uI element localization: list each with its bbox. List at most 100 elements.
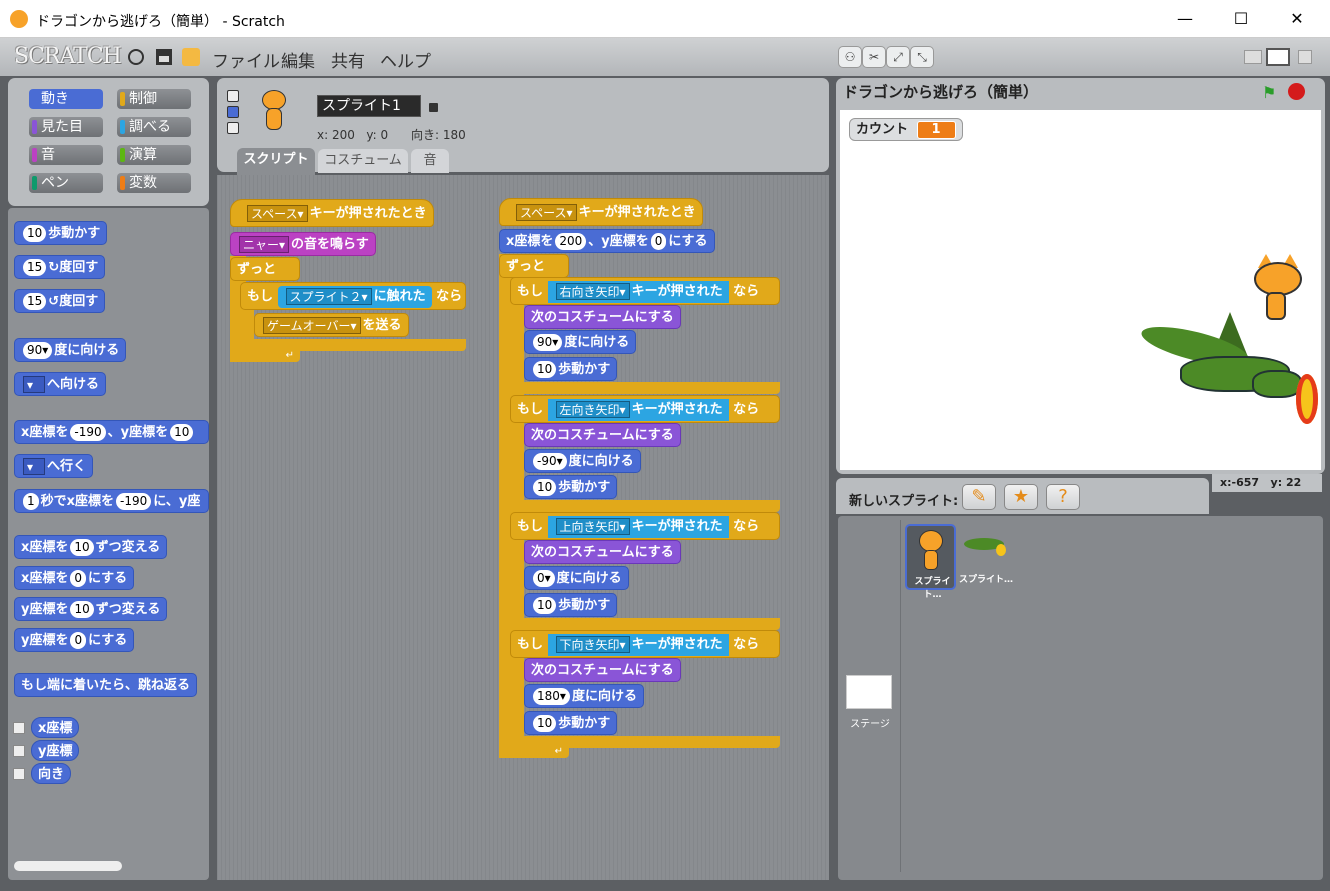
turn-right-block[interactable]: 15 ↻度回す [14,255,106,279]
sprite-coords: x: 200 y: 0 向き: 180 [317,128,466,142]
if-up-block[interactable]: もし 上向き矢印▾ キーが押された なら [510,512,780,540]
presentation-icon[interactable] [1298,50,1312,64]
script2-forever-end: ↵ [499,746,569,758]
stage-thumb[interactable] [846,675,892,709]
move-steps-block[interactable]: 10 歩動かす [524,475,618,499]
xpos-checkbox[interactable] [13,722,25,734]
menu-edit[interactable]: 編集 [281,47,315,72]
xpos-reporter[interactable]: x座標 [31,717,80,738]
app-icon [10,10,28,28]
stage-thumb-label: ステージ [850,719,890,730]
category-looks[interactable]: 見た目 [29,117,103,137]
if-left-block[interactable]: もし 左向き矢印▾ キーが押された なら [510,395,780,423]
next-costume-block[interactable]: 次のコスチュームにする [524,423,681,447]
move-steps-block[interactable]: 10 歩動かす [524,593,618,617]
category-motion[interactable]: 動き [29,89,103,109]
script1-forever-block[interactable]: ずっと [230,257,300,281]
point-direction-block[interactable]: -90▾ 度に向ける [524,449,641,473]
rotate-left-icon: ↺ [48,294,60,309]
tab-costumes[interactable]: コスチューム [318,149,408,173]
change-x-block[interactable]: x座標を 10 ずつ変える [14,535,168,559]
paint-sprite-button[interactable]: ✎ [962,484,996,510]
move-steps-block[interactable]: 10 歩動かす [524,357,618,381]
menu-share[interactable]: 共有 [331,47,365,72]
stop-icon[interactable] [1288,83,1305,100]
choose-sprite-button[interactable]: ★ [1004,484,1038,510]
ypos-reporter[interactable]: y座標 [31,740,80,761]
category-operators[interactable]: 演算 [117,145,191,165]
close-button[interactable]: ✕ [1268,0,1326,38]
if-down-block[interactable]: もし 下向き矢印▾ キーが押された なら [510,630,780,658]
duplicate-tool-icon[interactable]: ⚇ [838,46,862,68]
rotate-style-icon[interactable] [227,90,239,102]
goto-dropdown[interactable]: ▾ [23,458,45,475]
green-flag-icon[interactable]: ⚑ [1262,83,1280,102]
goto-block[interactable]: ▾ へ行く [14,454,94,478]
bounce-block[interactable]: もし端に着いたら、跳ね返る [14,673,198,697]
dragon-sprite[interactable] [1138,312,1320,430]
point-towards-block[interactable]: ▾ へ向ける [14,372,107,396]
stage-column-divider [900,520,901,872]
script2-goto-xy-block[interactable]: x座標を 200 、y座標を 0 にする [499,229,715,253]
if-left-end [510,500,780,512]
move-steps-block[interactable]: 10 歩動かす [524,711,618,735]
category-pen[interactable]: ペン [29,173,103,193]
random-sprite-button[interactable]: ? [1046,484,1080,510]
sprite-name-input[interactable]: スプライト1 [317,95,421,117]
script1-broadcast-block[interactable]: ゲームオーバー▾ を送る [254,313,409,337]
set-y-block[interactable]: y座標を 0 にする [14,628,135,652]
sprite-thumb-2[interactable]: スプライト… [958,526,1014,590]
share-icon[interactable] [182,48,200,66]
palette-scrollbar[interactable] [14,861,122,871]
tab-scripts[interactable]: スクリプト [237,148,315,175]
script2-forever-block[interactable]: ずっと [499,254,569,278]
normal-stage-icon[interactable] [1266,48,1290,66]
new-sprite-label: 新しいスプライト: [849,494,959,509]
point-towards-dropdown[interactable]: ▾ [23,376,45,393]
category-variables[interactable]: 変数 [117,173,191,193]
menu-file[interactable]: ファイル [212,47,280,72]
minimize-button[interactable]: — [1156,0,1214,38]
maximize-button[interactable]: ☐ [1212,0,1270,38]
if-up-end [510,618,780,630]
script1-hat-block[interactable]: スペース▾ キーが押されたとき [230,199,434,227]
sprite-thumb-1[interactable]: スプライト… [905,524,956,600]
move-steps-block[interactable]: 10 歩動かす [14,221,108,245]
change-y-block[interactable]: y座標を 10 ずつ変える [14,597,168,621]
grow-tool-icon[interactable]: ⤢ [886,46,910,68]
lock-icon[interactable] [429,103,438,112]
no-rotate-icon[interactable] [227,122,239,134]
point-direction-block[interactable]: 180▾ 度に向ける [524,684,644,708]
glide-block[interactable]: 1 秒でx座標を -190 に、y座 [14,489,209,513]
next-costume-block[interactable]: 次のコスチュームにする [524,305,681,329]
flip-style-icon[interactable] [227,106,239,118]
menu-help[interactable]: ヘルプ [380,47,431,72]
category-sound[interactable]: 音 [29,145,103,165]
direction-checkbox[interactable] [13,768,25,780]
script1-if-block[interactable]: もし スプライト２▾ に触れた なら [240,282,466,310]
script2-hat-block[interactable]: スペース▾ キーが押されたとき [499,198,703,226]
touching-block[interactable]: スプライト２▾ に触れた [277,285,432,308]
turn-left-block[interactable]: 15 ↺度回す [14,289,106,313]
delete-tool-icon[interactable]: ✂ [862,46,886,68]
set-x-block[interactable]: x座標を 0 にする [14,566,135,590]
point-direction-block[interactable]: 90▾ 度に向ける [524,330,637,354]
point-direction-block[interactable]: 90▾ 度に向ける [14,338,127,362]
category-sensing[interactable]: 調べる [117,117,191,137]
point-direction-block[interactable]: 0▾ 度に向ける [524,566,629,590]
script1-play-sound-block[interactable]: ニャー▾ の音を鳴らす [230,232,376,256]
goto-xy-block[interactable]: x座標を -190 、y座標を 10 [14,420,209,444]
category-control[interactable]: 制御 [117,89,191,109]
tab-sounds[interactable]: 音 [411,149,449,173]
next-costume-block[interactable]: 次のコスチュームにする [524,658,681,682]
scratch-logo: SCRATCH [14,44,122,69]
small-stage-icon[interactable] [1244,50,1262,64]
next-costume-block[interactable]: 次のコスチュームにする [524,540,681,564]
ypos-checkbox[interactable] [13,745,25,757]
shrink-tool-icon[interactable]: ⤡ [910,46,934,68]
globe-icon[interactable] [128,49,144,65]
direction-reporter[interactable]: 向き [31,763,72,784]
save-icon[interactable] [156,49,172,65]
window-title: ドラゴンから逃げろ（簡単） - Scratch [36,14,285,30]
if-right-block[interactable]: もし 右向き矢印▾ キーが押された なら [510,277,780,305]
